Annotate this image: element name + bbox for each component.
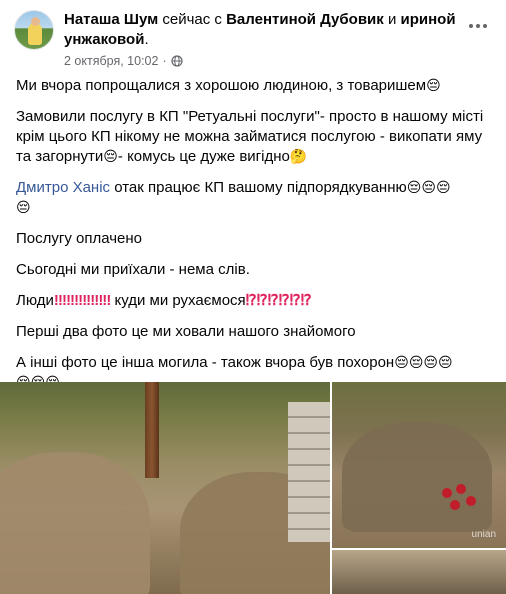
- post-paragraph-2: Замовили послугу в КП "Ретуальні послуги…: [16, 107, 496, 167]
- post-paragraph-5: Сьогодні ми приїхали - нема слів.: [16, 261, 250, 278]
- pensive-emoji: 😔: [406, 180, 422, 196]
- flowers: [422, 482, 482, 522]
- post-paragraph-6: Люди‼‼‼‼‼‼‼ куди ми рухаємося⁉⁉⁉⁉⁉⁉: [16, 291, 496, 311]
- post-photo-2[interactable]: unian: [332, 382, 506, 548]
- more-dot: [483, 24, 487, 28]
- photo-watermark: unian: [471, 529, 496, 540]
- wooden-stake: [145, 382, 159, 478]
- pensive-emoji: 😔: [423, 355, 439, 371]
- dirt-mound: [0, 452, 150, 594]
- paragraph-8-text: А інші фото це інша могила - також вчора…: [16, 354, 395, 371]
- more-dot: [476, 24, 480, 28]
- mention-link[interactable]: Дмитро Ханіс: [16, 179, 110, 196]
- photo-grid: unian: [0, 382, 506, 594]
- avatar-head: [31, 17, 40, 26]
- paragraph-3-text: отак працює КП вашому підпорядкуванню: [110, 179, 407, 196]
- post-paragraph-7: Перші два фото це ми ховали нашого знайо…: [16, 323, 356, 340]
- post-paragraph-4: Послугу оплачено: [16, 230, 143, 247]
- pensive-emoji: 😔: [435, 180, 451, 196]
- tagged-person-1[interactable]: Валентиной Дубовик: [226, 11, 384, 28]
- post-paragraph-1: Ми вчора попрощалися з хорошою людиною, …: [16, 76, 496, 96]
- post-author-line: Наташа Шум сейчас с Валентиной Дубовик и…: [64, 10, 458, 50]
- paragraph-1-text: Ми вчора попрощалися з хорошою людиною, …: [16, 77, 427, 94]
- double-exclamation-emoji: ‼‼‼‼‼‼‼: [53, 292, 111, 309]
- header-dot: .: [144, 31, 149, 48]
- pensive-emoji: 😔: [16, 200, 31, 216]
- facebook-post: Наташа Шум сейчас с Валентиной Дубовик и…: [0, 0, 506, 594]
- globe-icon[interactable]: [171, 55, 183, 67]
- paragraph-6-text-end: куди ми рухаємося: [110, 292, 246, 309]
- post-photo-1[interactable]: [0, 382, 330, 594]
- paragraph-2-text-end: - комусь це дуже вигідно: [117, 148, 290, 165]
- more-options-icon[interactable]: [464, 16, 492, 36]
- author-avatar[interactable]: [14, 10, 54, 50]
- pensive-emoji: 😔: [421, 180, 436, 196]
- pensive-emoji: 😔: [103, 149, 118, 165]
- author-name[interactable]: Наташа Шум: [64, 11, 158, 28]
- post-meta: 2 октября, 10:02 ·: [64, 54, 183, 68]
- post-photo-3[interactable]: [332, 550, 506, 594]
- post-header: Наташа Шум сейчас с Валентиной Дубовик и…: [14, 10, 492, 70]
- paragraph-6-text: Люди: [16, 292, 54, 309]
- stone-border: [288, 402, 330, 542]
- pensive-emoji: 😔: [408, 355, 424, 371]
- with-text: сейчас с: [162, 11, 222, 28]
- pensive-emoji: 😔: [394, 355, 409, 371]
- more-dot: [469, 24, 473, 28]
- avatar-figure: [28, 23, 42, 45]
- interrobang-emoji: ⁉⁉⁉⁉⁉⁉: [245, 292, 312, 309]
- post-paragraph-3: Дмитро Ханіс отак працює КП вашому підпо…: [16, 178, 496, 218]
- pensive-emoji: 😔: [426, 78, 441, 94]
- meta-separator: ·: [162, 54, 167, 68]
- thinking-emoji: 🤔: [289, 149, 308, 165]
- and-text: и: [387, 11, 397, 28]
- post-timestamp[interactable]: 2 октября, 10:02: [64, 54, 158, 68]
- pensive-emoji: 😔: [438, 355, 453, 371]
- post-body: Ми вчора попрощалися з хорошою людиною, …: [16, 76, 496, 404]
